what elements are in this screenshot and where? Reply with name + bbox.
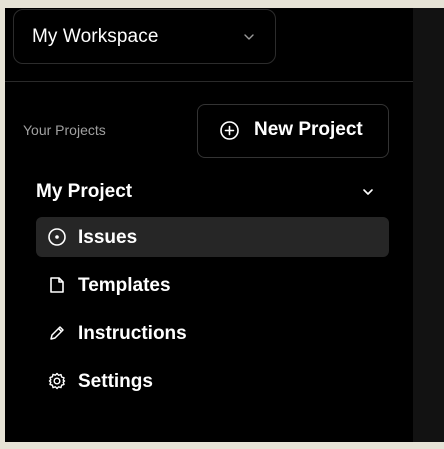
workspace-selector[interactable]: My Workspace bbox=[13, 9, 276, 64]
nav-item-issues[interactable]: Issues bbox=[36, 217, 389, 257]
pencil-icon bbox=[47, 323, 67, 343]
nav-item-label: Issues bbox=[78, 227, 138, 248]
project-name: My Project bbox=[36, 181, 133, 202]
circle-dot-icon bbox=[47, 227, 67, 247]
sidebar: My Workspace Your Projects New Project M… bbox=[5, 8, 413, 442]
chevron-down-icon bbox=[361, 185, 375, 199]
workspace-header: My Workspace bbox=[5, 8, 413, 82]
nav-item-label: Templates bbox=[78, 275, 171, 296]
workspace-name: My Workspace bbox=[32, 26, 159, 47]
plus-circle-icon bbox=[219, 120, 240, 141]
new-project-button[interactable]: New Project bbox=[197, 104, 389, 158]
nav-item-label: Instructions bbox=[78, 323, 187, 344]
nav-item-templates[interactable]: Templates bbox=[36, 265, 389, 305]
nav-item-instructions[interactable]: Instructions bbox=[36, 313, 389, 353]
app-window: My Workspace Your Projects New Project M… bbox=[0, 0, 444, 449]
project-toggle-my-project[interactable]: My Project bbox=[25, 173, 389, 209]
file-icon bbox=[47, 275, 67, 295]
new-project-label: New Project bbox=[254, 119, 363, 140]
your-projects-heading: Your Projects bbox=[23, 122, 106, 138]
chevron-down-icon bbox=[242, 30, 256, 44]
gear-icon bbox=[47, 371, 67, 391]
nav-item-settings[interactable]: Settings bbox=[36, 361, 389, 401]
main-content-area bbox=[413, 8, 444, 442]
nav-item-label: Settings bbox=[78, 371, 153, 392]
